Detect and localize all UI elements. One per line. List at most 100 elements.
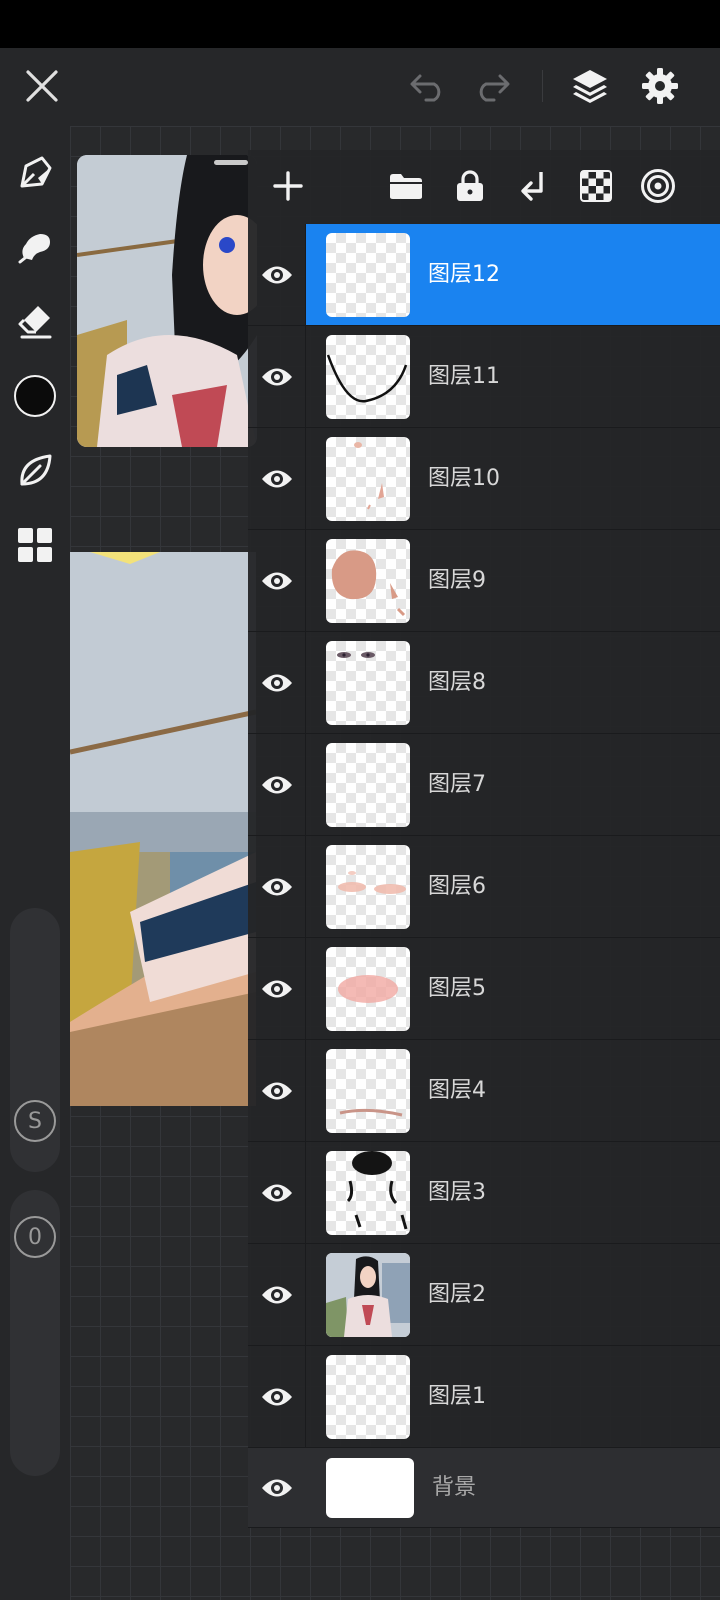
layer-row[interactable]: 图层4 [248,1040,720,1142]
visibility-toggle[interactable] [248,1346,306,1447]
visibility-toggle[interactable] [248,224,306,325]
panel-drag-handle[interactable] [214,160,248,165]
visibility-toggle[interactable] [248,530,306,631]
plus-icon[interactable] [264,162,312,210]
layer-thumbnail [326,335,410,419]
visibility-toggle[interactable] [248,1448,306,1528]
layer-name: 图层2 [428,1282,486,1307]
layer-thumbnail [326,845,410,929]
close-icon[interactable] [18,62,66,110]
undo-icon[interactable] [404,62,452,110]
visibility-toggle[interactable] [248,632,306,733]
layer-list: 图层12 图层11 图层10 图层9 图层8 图层7 图层6 图层5 图层4 图… [248,224,720,1528]
visibility-toggle[interactable] [248,1040,306,1141]
layer-row[interactable]: 图层8 [248,632,720,734]
eye-icon [261,776,292,793]
layer-name: 图层4 [428,1078,486,1103]
artwork-preview-top [77,155,257,447]
eye-icon [261,368,292,385]
left-toolbar: S 0 [0,126,70,1600]
background-layer-row[interactable]: 背景 [248,1448,720,1528]
layer-main[interactable]: 图层9 [306,530,720,631]
layer-name: 背景 [432,1475,477,1500]
layer-name: 图层9 [428,568,486,593]
redo-icon[interactable] [468,62,516,110]
layer-thumbnail [326,947,410,1031]
layer-row[interactable]: 图层3 [248,1142,720,1244]
layer-row[interactable]: 图层6 [248,836,720,938]
layer-name: 图层8 [428,670,486,695]
layer-thumbnail [326,437,410,521]
layer-row[interactable]: 图层2 [248,1244,720,1346]
layer-name: 图层1 [428,1384,486,1409]
eye-icon [261,266,292,283]
visibility-toggle[interactable] [248,1244,306,1345]
toolbar-divider [542,70,543,102]
eye-icon [261,572,292,589]
eraser-icon[interactable] [10,296,60,346]
layer-row[interactable]: 图层5 [248,938,720,1040]
smudge-icon[interactable] [10,222,60,272]
grid-icon[interactable] [10,520,60,570]
visibility-toggle[interactable] [248,938,306,1039]
leaf-icon[interactable] [10,446,60,496]
artwork-preview-bottom [70,552,256,1106]
layer-name: 图层3 [428,1180,486,1205]
color-swatch[interactable] [10,371,60,421]
layer-name: 图层5 [428,976,486,1001]
layer-main[interactable]: 图层11 [306,326,720,427]
eye-icon [261,980,292,997]
layer-thumbnail [326,1151,410,1235]
layer-thumbnail [326,1355,410,1439]
current-color-icon [14,375,56,417]
layer-main[interactable]: 图层1 [306,1346,720,1447]
visibility-toggle[interactable] [248,428,306,529]
layer-main[interactable]: 图层6 [306,836,720,937]
layer-main[interactable]: 背景 [306,1448,720,1528]
layers-icon[interactable] [566,62,614,110]
eye-icon [261,1082,292,1099]
layer-thumbnail [326,539,410,623]
layer-row[interactable]: 图层12 [248,224,720,326]
visibility-toggle[interactable] [248,326,306,427]
visibility-toggle[interactable] [248,1142,306,1243]
visibility-toggle[interactable] [248,836,306,937]
layer-main[interactable]: 图层2 [306,1244,720,1345]
layer-thumbnail [326,1049,410,1133]
layer-row[interactable]: 图层7 [248,734,720,836]
brush-opacity-label: 0 [14,1216,56,1258]
eye-icon [261,878,292,895]
eye-icon [261,1184,292,1201]
layer-thumbnail [326,233,410,317]
eye-icon [261,470,292,487]
layer-name: 图层11 [428,364,500,389]
layer-name: 图层12 [428,262,500,287]
checkerboard-icon[interactable] [572,162,620,210]
eye-icon [261,1388,292,1405]
layer-name: 图层10 [428,466,500,491]
layer-main[interactable]: 图层3 [306,1142,720,1243]
target-icon[interactable] [634,162,682,210]
eye-icon [261,674,292,691]
layer-row[interactable]: 图层10 [248,428,720,530]
layer-main[interactable]: 图层4 [306,1040,720,1141]
layer-row[interactable]: 图层1 [248,1346,720,1448]
layer-main[interactable]: 图层10 [306,428,720,529]
layer-row[interactable]: 图层11 [248,326,720,428]
status-bar [0,0,720,48]
layer-main[interactable]: 图层8 [306,632,720,733]
pen-icon[interactable] [10,148,60,198]
layer-main[interactable]: 图层5 [306,938,720,1039]
lock-icon[interactable] [446,162,494,210]
brush-size-label: S [14,1100,56,1142]
gear-icon[interactable] [636,62,684,110]
layer-thumbnail [326,1253,410,1337]
layer-row[interactable]: 图层9 [248,530,720,632]
layer-main[interactable]: 图层12 [306,224,720,325]
merge-down-icon[interactable] [510,162,558,210]
visibility-toggle[interactable] [248,734,306,835]
layer-main[interactable]: 图层7 [306,734,720,835]
top-toolbar [0,48,720,126]
layer-thumbnail [326,641,410,725]
folder-icon[interactable] [382,162,430,210]
